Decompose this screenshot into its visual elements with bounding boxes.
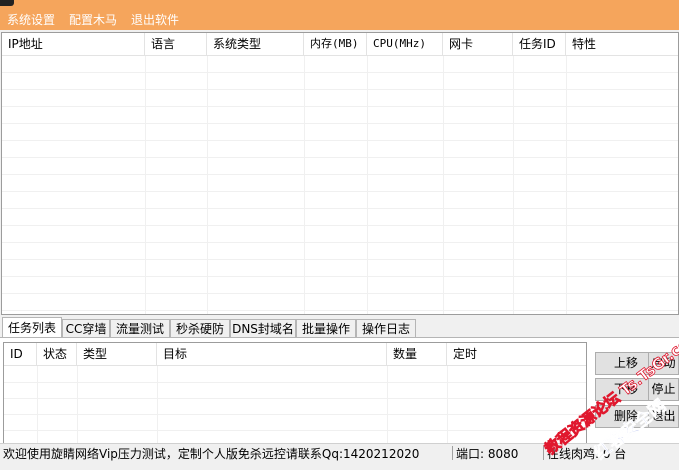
col-task-id[interactable]: 任务ID (513, 33, 566, 55)
menu-exit-software[interactable]: 退出软件 (131, 12, 179, 28)
grid-line (443, 56, 444, 314)
host-list[interactable]: IP地址 语言 系统类型 内存(MB) CPU(MHz) 网卡 任务ID 特性 (1, 32, 679, 315)
empty-row (4, 414, 586, 431)
task-list-rows (4, 366, 586, 443)
col-os-type[interactable]: 系统类型 (207, 33, 304, 55)
empty-row (2, 311, 678, 314)
col-ip[interactable]: IP地址 (2, 33, 145, 55)
empty-row (2, 124, 678, 141)
tab-cc-wall[interactable]: CC穿墙 (62, 319, 110, 337)
empty-row (2, 260, 678, 277)
task-list-header: ID 状态 类型 目标 数量 定时 (4, 343, 586, 366)
grid-line (566, 56, 567, 314)
tab-operation-log[interactable]: 操作日志 (356, 319, 416, 337)
tab-batch-ops[interactable]: 批量操作 (296, 319, 356, 337)
host-list-rows (2, 56, 678, 314)
exit-button[interactable]: 退出 (648, 405, 679, 428)
empty-row (4, 398, 586, 415)
grid-line (157, 366, 158, 443)
empty-row (4, 430, 586, 443)
empty-row (2, 73, 678, 90)
empty-row (2, 226, 678, 243)
status-welcome-text: 欢迎使用旋睛网络Vip压力测试，定制个人版免杀远控请联系Qq:142021202… (3, 447, 420, 461)
grid-line (37, 366, 38, 443)
col-schedule[interactable]: 定时 (447, 343, 586, 365)
grid-line (304, 56, 305, 314)
empty-row (2, 277, 678, 294)
menu-system-settings[interactable]: 系统设置 (7, 12, 55, 28)
stop-button[interactable]: 停止 (648, 378, 679, 401)
task-list[interactable]: ID 状态 类型 目标 数量 定时 (3, 342, 587, 444)
col-features[interactable]: 特性 (566, 33, 678, 55)
empty-row (2, 141, 678, 158)
tab-task-list[interactable]: 任务列表 (2, 317, 62, 338)
col-target[interactable]: 目标 (157, 343, 387, 365)
empty-row (2, 90, 678, 107)
empty-row (4, 366, 586, 383)
col-nic[interactable]: 网卡 (443, 33, 513, 55)
col-status[interactable]: 状态 (37, 343, 77, 365)
grid-line (387, 366, 388, 443)
grid-line (367, 56, 368, 314)
status-bar: 欢迎使用旋睛网络Vip压力测试，定制个人版免杀远控请联系Qq:142021202… (0, 443, 679, 461)
menu-configure-trojan[interactable]: 配置木马 (69, 12, 117, 28)
grid-line (207, 56, 208, 314)
empty-row (2, 158, 678, 175)
col-cpu[interactable]: CPU(MHz) (367, 33, 443, 55)
col-task-id[interactable]: ID (4, 343, 37, 365)
status-port: 端口: 8080 (456, 447, 519, 461)
empty-row (2, 243, 678, 260)
task-tab-panel: ID 状态 类型 目标 数量 定时 上移 下移 删除 启动 停止 退出 (0, 337, 679, 444)
host-list-header: IP地址 语言 系统类型 内存(MB) CPU(MHz) 网卡 任务ID 特性 (2, 33, 678, 56)
col-memory[interactable]: 内存(MB) (304, 33, 367, 55)
grid-line (145, 56, 146, 314)
status-online-count: 在线肉鸡: 0 台 (547, 447, 627, 461)
menu-bar: 系统设置 配置木马 退出软件 (0, 0, 679, 30)
tab-traffic-test[interactable]: 流量测试 (110, 319, 170, 337)
tab-hard-defense[interactable]: 秒杀硬防 (170, 319, 230, 337)
start-button[interactable]: 启动 (648, 352, 679, 375)
col-language[interactable]: 语言 (145, 33, 207, 55)
col-type[interactable]: 类型 (77, 343, 157, 365)
grid-line (77, 366, 78, 443)
app-icon (0, 0, 14, 6)
empty-row (2, 209, 678, 226)
tab-dns-block[interactable]: DNS封域名 (230, 319, 296, 337)
empty-row (4, 382, 586, 399)
empty-row (2, 56, 678, 73)
col-count[interactable]: 数量 (387, 343, 447, 365)
grid-line (513, 56, 514, 314)
empty-row (2, 175, 678, 192)
empty-row (2, 107, 678, 124)
grid-line (447, 366, 448, 443)
empty-row (2, 192, 678, 209)
empty-row (2, 294, 678, 311)
